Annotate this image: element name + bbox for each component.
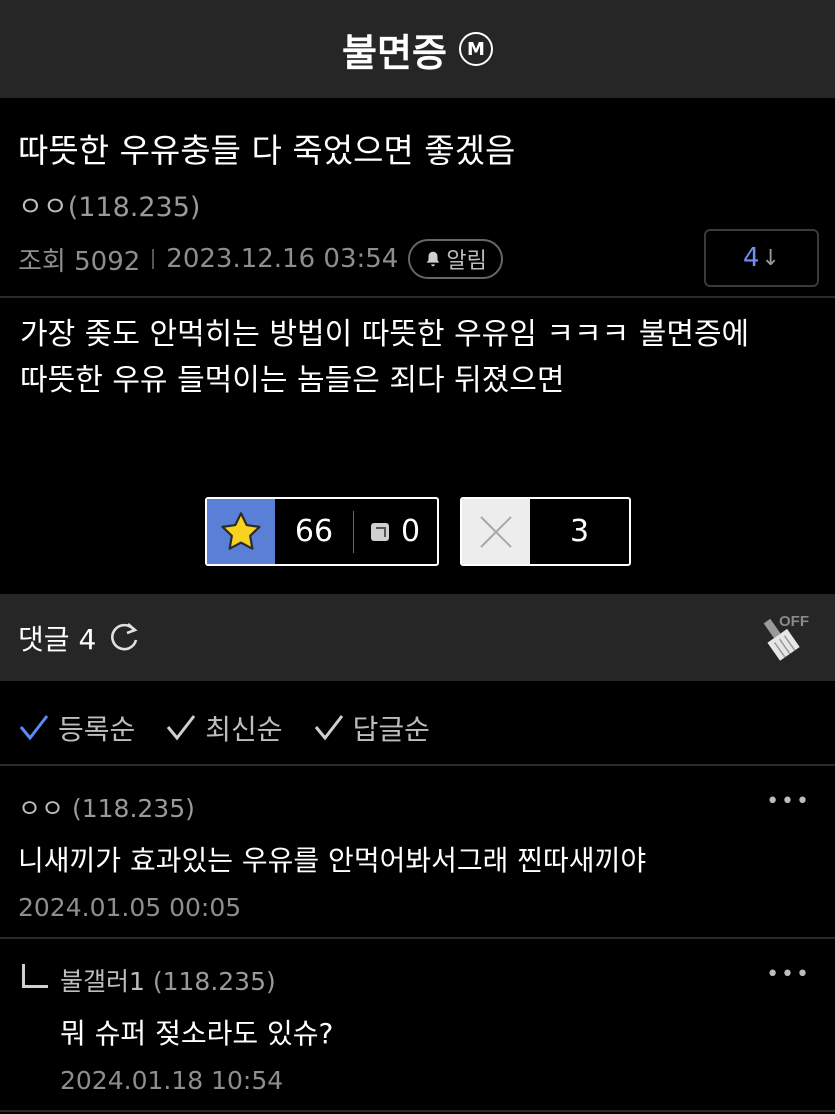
clean-toggle-label: OFF [779,613,809,630]
fixed-recommend-count: 0 [400,514,421,549]
comment-jump-count: 4 [743,243,760,273]
comment-label: 댓글 [18,622,70,656]
comment-author-ip: (118.235) [152,967,276,996]
non-recommend-button[interactable] [462,499,530,564]
gallery-title[interactable]: 불면증 [342,22,447,77]
comment-sort-bar: 등록순 최신순 답글순 [18,706,460,750]
comment-jump-button[interactable]: 4 ↓ [704,229,819,287]
post-body-line: 따뜻한 우유 들먹이는 놈들은 죄다 뒤졌으면 [20,363,565,398]
check-icon [314,715,343,741]
refresh-icon[interactable] [106,620,142,656]
fixed-recommend-icon [370,522,389,541]
sort-label: 답글순 [352,713,430,746]
non-recommend-box: 3 [460,497,631,566]
post-author-ip: (118.235) [67,192,201,223]
non-recommend-count: 3 [569,514,590,549]
sort-latest[interactable]: 최신순 [165,708,283,748]
post-body-line: 가장 좆도 안먹히는 방법이 따뜻한 우유임 ㅋㅋㅋ 불면증에 [20,317,750,352]
alarm-label: 알림 [446,249,487,274]
sort-replies[interactable]: 답글순 [313,708,430,748]
post-body: 가장 좆도 안먹히는 방법이 따뜻한 우유임 ㅋㅋㅋ 불면증에 따뜻한 우유 들… [20,312,820,404]
sort-registered[interactable]: 등록순 [18,708,135,748]
comment-item: ㅇㅇ (118.235) 니새끼가 효과있는 우유를 안먹어봐서그래 찐따새끼야… [0,789,835,922]
reply-item: 불갤러1 (118.235) 뭐 슈퍼 젖소라도 있슈? 2024.01.18 … [0,962,835,1095]
divider [0,937,835,939]
comment-date: 2024.01.18 10:54 [60,1066,284,1095]
fixed-recommend[interactable]: 0 [354,499,437,564]
post-meta: 조회 5092 2023.12.16 03:54 알림 [18,238,503,280]
divider [0,296,835,298]
minor-gallery-badge-icon: M [458,32,493,66]
comment-author: 불갤러1 (118.235) [60,962,835,998]
comment-count: 4 [78,622,97,656]
comment-author: ㅇㅇ (118.235) [18,789,835,825]
close-icon [480,515,512,548]
comment-date: 2024.01.05 00:05 [18,893,242,922]
check-icon [19,715,49,741]
more-options-icon[interactable]: ••• [766,789,811,814]
post-title: 따뜻한 우유충들 다 죽었으면 좋겠음 [18,131,516,170]
comment-author-name: 불갤러1 [60,967,145,996]
recommend-box: 66 0 [205,497,439,566]
clean-bot-toggle-icon[interactable]: OFF [757,608,815,666]
comment-bar: 댓글 4 OFF [0,594,835,681]
sort-label: 최신순 [205,713,283,746]
post-views: 조회 5092 [18,246,141,277]
meta-divider [152,249,155,269]
recommend-button[interactable] [207,499,275,564]
comment-text: 뭐 슈퍼 젖소라도 있슈? [60,1017,334,1050]
post-author-name: ㅇㅇ [18,192,68,223]
recommend-count: 66 [294,514,334,549]
check-icon [167,715,196,741]
comment-author-ip: (118.235) [71,794,195,823]
star-icon [221,511,261,550]
divider [0,1110,835,1112]
more-options-icon[interactable]: ••• [766,962,811,987]
comment-author-name: ㅇㅇ [18,794,65,823]
arrow-down-icon: ↓ [761,245,780,271]
post-datetime: 2023.12.16 03:54 [166,244,399,274]
bell-icon [427,251,440,267]
reply-arrow-icon [22,964,48,988]
divider [0,764,835,766]
post-author: ㅇㅇ(118.235) [18,185,200,224]
sort-label: 등록순 [58,713,136,746]
gallery-header: 불면증 M [0,0,835,98]
alarm-button[interactable]: 알림 [408,239,503,279]
comment-count-label: 댓글 4 [18,618,96,658]
comment-text: 니새끼가 효과있는 우유를 안먹어봐서그래 찐따새끼야 [18,844,647,877]
